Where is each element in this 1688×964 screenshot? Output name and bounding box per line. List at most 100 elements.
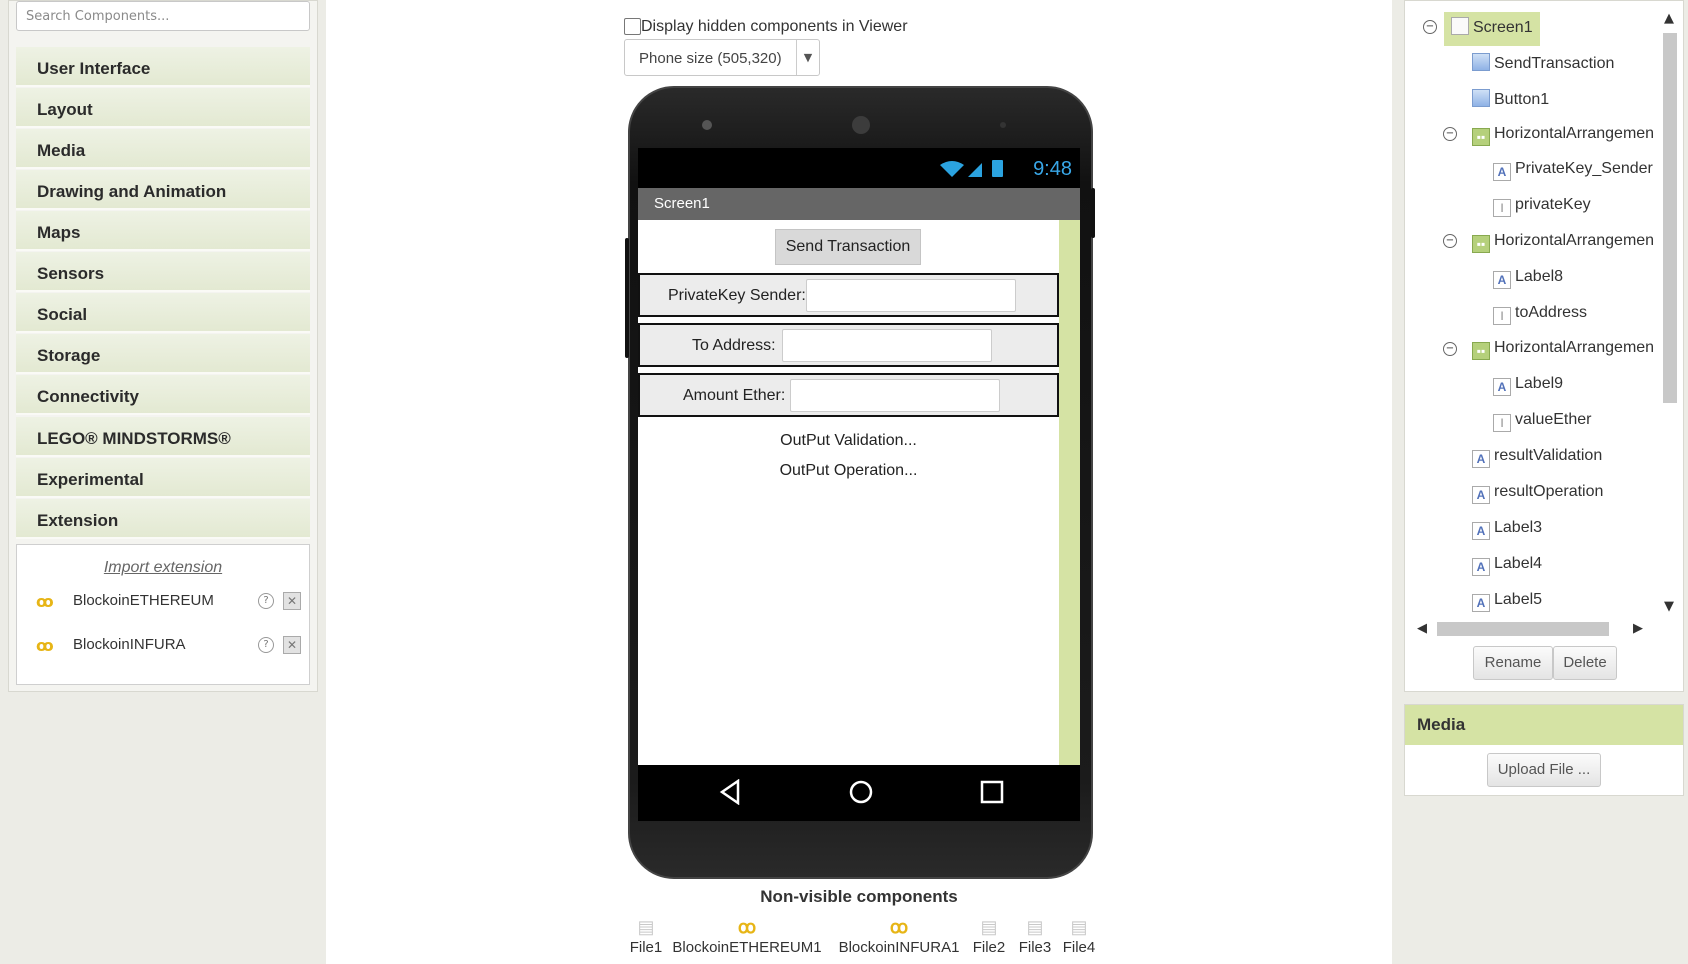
speaker-icon: [852, 116, 870, 134]
component-name: BlockoinETHEREUM1: [672, 939, 822, 956]
category-media[interactable]: Media: [16, 129, 310, 169]
category-experimental[interactable]: Experimental: [16, 458, 310, 498]
to-address-field[interactable]: [782, 329, 992, 362]
private-key-field[interactable]: [806, 279, 1016, 312]
phone-size-select[interactable]: Phone size (505,320) ▼: [624, 39, 820, 76]
tree-item-label: Label3: [1494, 519, 1543, 536]
component-name: File3: [1018, 939, 1052, 956]
category-drawing-animation[interactable]: Drawing and Animation: [16, 170, 310, 210]
non-visible-file2[interactable]: ▤ File2: [968, 915, 1010, 956]
tree-item-valueether[interactable]: IvalueEther: [1493, 411, 1592, 441]
extension-name: BlockoinETHEREUM: [73, 592, 214, 609]
tree-item-label: SendTransaction: [1494, 55, 1615, 72]
amount-ether-arrangement[interactable]: Amount Ether:: [638, 373, 1059, 417]
textbox-icon: I: [1493, 414, 1511, 432]
label-icon: A: [1472, 486, 1490, 504]
non-visible-file3[interactable]: ▤ File3: [1014, 915, 1056, 956]
tree-item-horizontal-arrangement-3[interactable]: ▪▪ HorizontalArrangemen: [1472, 339, 1654, 369]
tree-vertical-scrollbar[interactable]: ▲ ▼: [1657, 11, 1681, 614]
non-visible-blockoin-ethereum1[interactable]: ꝏ BlockoinETHEREUM1: [671, 915, 823, 956]
rename-button[interactable]: Rename: [1473, 646, 1553, 680]
tree-item-horizontal-arrangement-2[interactable]: ▪▪ HorizontalArrangemen: [1472, 232, 1654, 262]
delete-button[interactable]: Delete: [1553, 646, 1617, 680]
result-validation-label[interactable]: OutPut Validation...: [638, 432, 1059, 450]
tree-item-label3[interactable]: A Label3: [1472, 519, 1542, 549]
file-icon: ▤: [1026, 917, 1044, 937]
textbox-icon: I: [1493, 199, 1511, 217]
textbox-icon: I: [1493, 307, 1511, 325]
home-icon: [848, 779, 874, 809]
tree-item-label5[interactable]: A Label5: [1472, 591, 1542, 613]
scroll-down-icon[interactable]: ▼: [1664, 599, 1674, 614]
category-maps[interactable]: Maps: [16, 211, 310, 251]
delete-extension-icon[interactable]: ✕: [283, 592, 301, 610]
search-components-input[interactable]: Search Components...: [16, 1, 310, 31]
component-name: File4: [1062, 939, 1096, 956]
scroll-up-icon[interactable]: ▲: [1664, 11, 1674, 26]
category-connectivity[interactable]: Connectivity: [16, 375, 310, 415]
tree-item-label: resultOperation: [1494, 483, 1604, 500]
category-extension[interactable]: Extension: [16, 499, 310, 539]
category-user-interface[interactable]: User Interface: [16, 47, 310, 87]
tree-item-label8[interactable]: A Label8: [1493, 268, 1563, 298]
tree-item-sendtransaction[interactable]: SendTransaction: [1472, 53, 1614, 83]
non-visible-blockoin-infura1[interactable]: ꝏ BlockoinINFURA1: [832, 915, 966, 956]
screen-content: Send Transaction PrivateKey Sender: To A…: [638, 220, 1059, 765]
camera-icon: [702, 120, 712, 130]
category-layout[interactable]: Layout: [16, 88, 310, 128]
android-nav-bar: [638, 765, 1080, 821]
category-lego-mindstorms[interactable]: LEGO® MINDSTORMS®: [16, 417, 310, 457]
scrollbar-thumb[interactable]: [1437, 622, 1609, 636]
import-extension-link[interactable]: Import extension: [17, 559, 309, 577]
tree-item-label9[interactable]: A Label9: [1493, 375, 1563, 405]
scroll-left-icon[interactable]: ◀: [1417, 621, 1427, 636]
scroll-right-icon[interactable]: ▶: [1633, 621, 1643, 636]
label-icon: A: [1472, 594, 1490, 612]
tree-item-horizontal-arrangement-1[interactable]: ▪▪ HorizontalArrangemen: [1472, 125, 1654, 155]
category-social[interactable]: Social: [16, 293, 310, 333]
component-name: File2: [972, 939, 1006, 956]
tree-item-label: HorizontalArrangemen: [1494, 232, 1655, 249]
help-icon[interactable]: ?: [258, 593, 274, 609]
tree-horizontal-scrollbar[interactable]: ◀ ▶: [1413, 619, 1649, 639]
non-visible-file4[interactable]: ▤ File4: [1058, 915, 1100, 956]
tree-item-privatekey-sender[interactable]: A PrivateKey_Sender: [1493, 160, 1653, 190]
delete-extension-icon[interactable]: ✕: [283, 636, 301, 654]
tree-item-label: Label4: [1494, 555, 1543, 572]
extension-item-blockoin-ethereum[interactable]: ꝏ BlockoinETHEREUM ? ✕: [17, 590, 309, 614]
blockoin-icon: ꝏ: [36, 592, 54, 611]
label-icon: A: [1493, 163, 1511, 181]
scrollbar-thumb[interactable]: [1663, 33, 1677, 403]
to-address-arrangement[interactable]: To Address:: [638, 323, 1059, 367]
tree-item-toaddress[interactable]: ItoAddress: [1493, 304, 1587, 334]
category-sensors[interactable]: Sensors: [16, 252, 310, 292]
non-visible-file1[interactable]: ▤ File1: [626, 915, 666, 956]
horizontal-arrangement-icon: ▪▪: [1472, 128, 1490, 146]
power-button: [1091, 188, 1095, 238]
tree-item-label4[interactable]: A Label4: [1472, 555, 1542, 585]
send-transaction-button[interactable]: Send Transaction: [775, 229, 921, 265]
private-key-arrangement[interactable]: PrivateKey Sender:: [638, 273, 1059, 317]
display-hidden-checkbox[interactable]: [624, 18, 641, 35]
result-operation-label[interactable]: OutPut Operation...: [638, 462, 1059, 480]
amount-ether-label: Amount Ether:: [683, 387, 786, 404]
chevron-down-icon: ▼: [796, 40, 819, 75]
display-hidden-label: Display hidden components in Viewer: [641, 18, 908, 35]
button-icon: [1472, 53, 1490, 71]
category-storage[interactable]: Storage: [16, 334, 310, 374]
tree-item-resultvalidation[interactable]: AresultValidation: [1472, 447, 1602, 477]
upload-file-button[interactable]: Upload File ...: [1487, 753, 1601, 787]
screen-scroll-strip: [1059, 220, 1080, 765]
tree-item-resultoperation[interactable]: AresultOperation: [1472, 483, 1603, 513]
extension-item-blockoin-infura[interactable]: ꝏ BlockoinINFURA ? ✕: [17, 634, 309, 658]
help-icon[interactable]: ?: [258, 637, 274, 653]
label-icon: A: [1472, 450, 1490, 468]
tree-item-label: Label8: [1515, 268, 1564, 285]
tree-item-privatekey[interactable]: IprivateKey: [1493, 196, 1591, 226]
tree-item-screen1[interactable]: Screen1: [1451, 17, 1533, 47]
tree-item-label: Button1: [1494, 91, 1550, 108]
tree-item-label: valueEther: [1515, 411, 1592, 428]
value-ether-field[interactable]: [790, 379, 1000, 412]
tree-item-button1[interactable]: Button1: [1472, 89, 1549, 119]
label-icon: A: [1472, 558, 1490, 576]
